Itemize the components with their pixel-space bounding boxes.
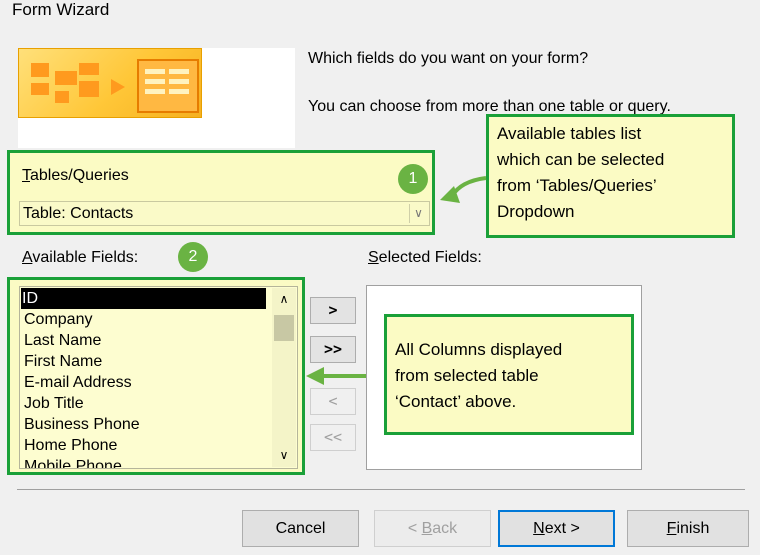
separator bbox=[17, 489, 745, 490]
available-fields-list[interactable]: ID Company Last Name First Name E-mail A… bbox=[19, 286, 298, 469]
callout-line: All Columns displayed bbox=[395, 340, 563, 359]
list-item[interactable]: First Name bbox=[24, 351, 102, 372]
list-item[interactable]: E-mail Address bbox=[24, 372, 132, 393]
callout-line: from selected table bbox=[395, 366, 539, 385]
chevron-up-icon[interactable]: ∧ bbox=[272, 290, 296, 308]
add-all-fields-button[interactable]: >> bbox=[310, 336, 356, 363]
list-item[interactable]: Job Title bbox=[24, 393, 84, 414]
step-badge-2: 2 bbox=[178, 242, 208, 272]
list-item[interactable]: Last Name bbox=[24, 330, 101, 351]
remove-all-fields-button[interactable]: << bbox=[310, 424, 356, 451]
list-item[interactable]: Mobile Phone bbox=[24, 456, 122, 468]
callout-line: ‘Contact’ above. bbox=[395, 392, 517, 411]
cancel-button[interactable]: Cancel bbox=[242, 510, 359, 547]
add-field-button[interactable]: > bbox=[310, 297, 356, 324]
next-button[interactable]: Next > bbox=[498, 510, 615, 547]
list-item[interactable]: Business Phone bbox=[24, 414, 140, 435]
scrollbar-thumb[interactable] bbox=[274, 315, 294, 341]
arrow-to-dropdown bbox=[450, 176, 487, 198]
available-fields-label: Available Fields: bbox=[22, 249, 139, 266]
list-item[interactable]: ID bbox=[21, 288, 266, 309]
list-item[interactable]: Company bbox=[24, 309, 92, 330]
remove-field-button[interactable]: < bbox=[310, 388, 356, 415]
finish-button[interactable]: Finish bbox=[627, 510, 749, 547]
list-scrollbar[interactable]: ∧ ∨ bbox=[272, 288, 296, 467]
selected-fields-label: Selected Fields: bbox=[368, 249, 482, 266]
arrow-head-fields bbox=[306, 367, 324, 385]
callout-columns: All Columns displayed from selected tabl… bbox=[384, 314, 634, 435]
chevron-down-icon[interactable]: ∨ bbox=[272, 446, 296, 464]
back-button[interactable]: < Back bbox=[374, 510, 491, 547]
list-item[interactable]: Home Phone bbox=[24, 435, 117, 456]
